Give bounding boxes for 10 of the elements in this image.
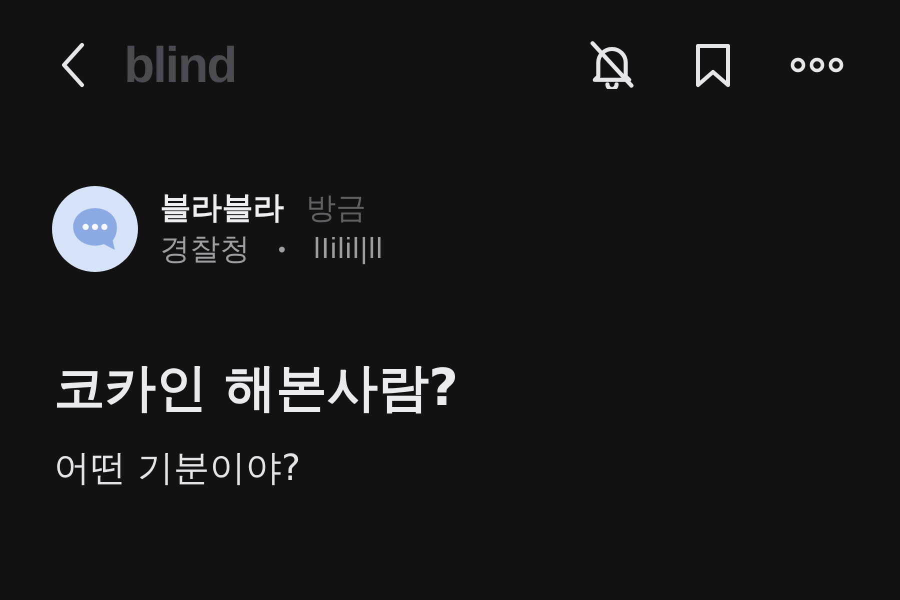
- post-title: 코카인 해본사람?: [54, 358, 460, 420]
- bookmark-icon: [694, 42, 732, 88]
- author-nickname: 블라블라: [160, 190, 284, 228]
- author-job: lIilil|ll: [314, 232, 384, 267]
- more-icon: [790, 57, 844, 73]
- author-company: 경찰청: [160, 232, 250, 268]
- post-time: 방금: [306, 191, 366, 227]
- separator-dot: •: [276, 238, 288, 262]
- post-body: 어떤 기분이야?: [54, 447, 302, 490]
- app-logo: blind: [124, 40, 236, 90]
